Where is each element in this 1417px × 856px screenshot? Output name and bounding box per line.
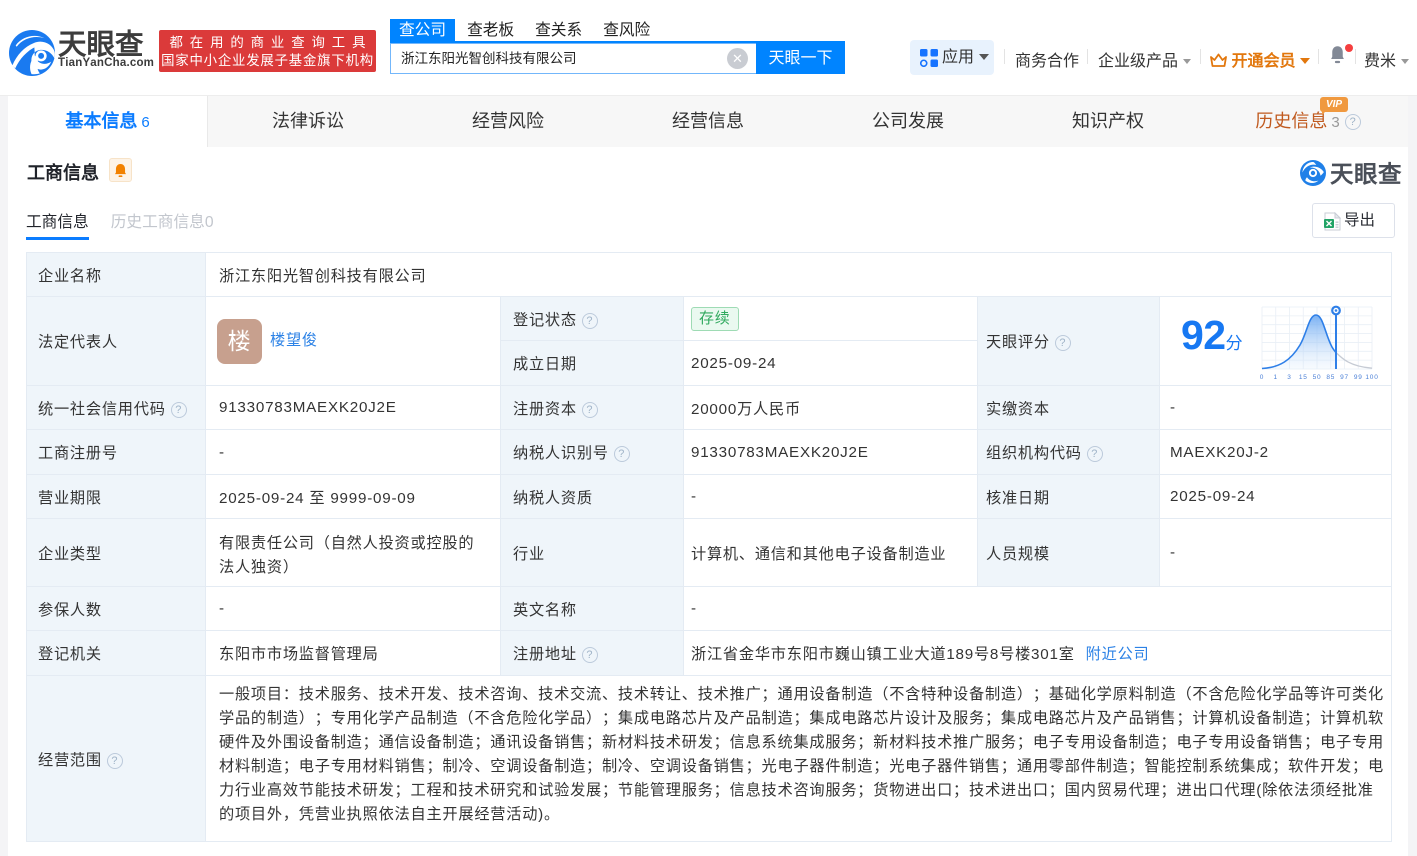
- svg-text:97: 97: [1340, 374, 1349, 381]
- svg-text:99: 99: [1354, 374, 1363, 381]
- svg-text:85: 85: [1326, 374, 1335, 381]
- svg-text:0: 0: [1260, 374, 1264, 381]
- svg-text:1: 1: [1274, 374, 1278, 381]
- svg-text:15: 15: [1299, 374, 1308, 381]
- svg-text:50: 50: [1313, 374, 1322, 381]
- svg-text:天眼查: 天眼查: [1330, 161, 1402, 187]
- svg-text:3: 3: [1287, 374, 1291, 381]
- svg-text:100: 100: [1365, 374, 1378, 381]
